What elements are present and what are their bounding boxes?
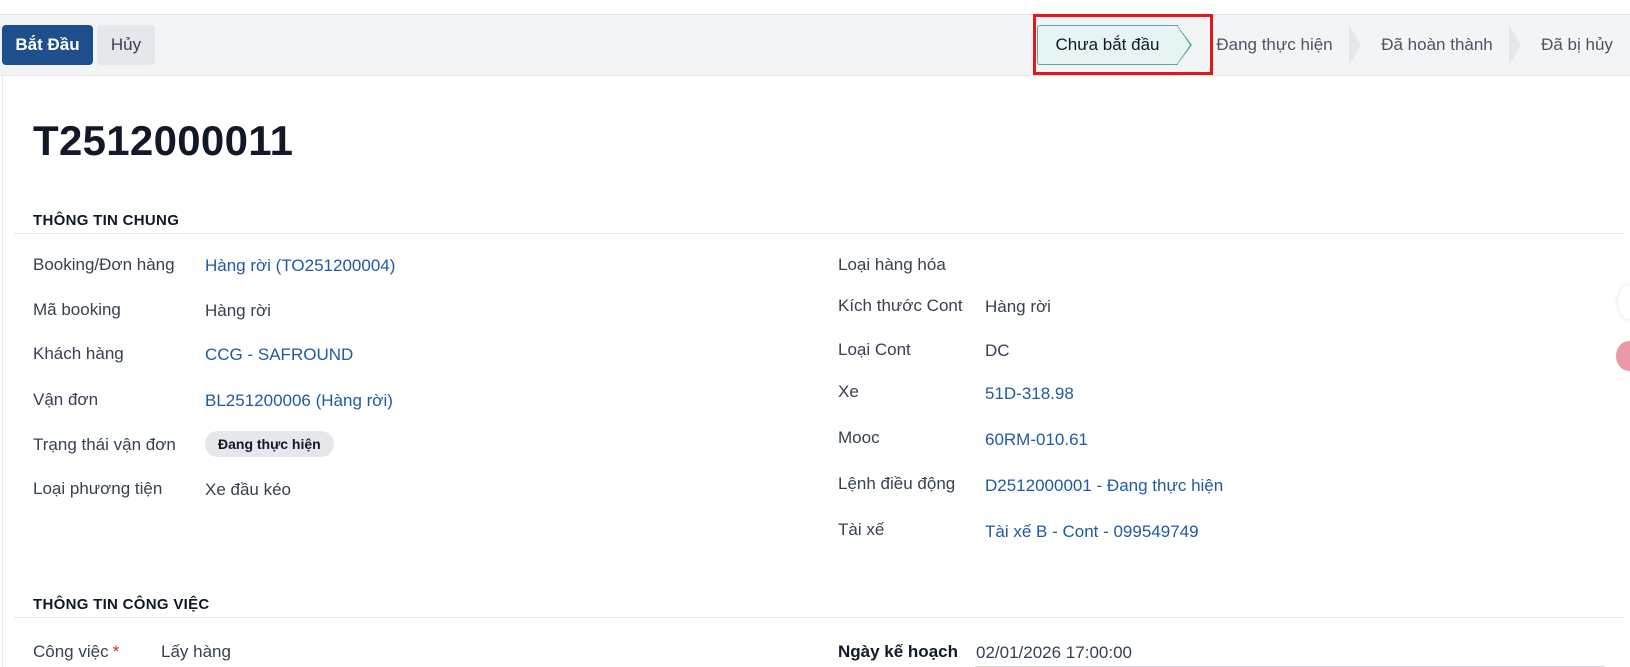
control-panel: Bắt Đầu Hủy Chưa bắt đầu Đang thực hiện … xyxy=(0,15,1630,76)
stage-label: Đang thực hiện xyxy=(1216,35,1333,54)
value-booking-code: Hàng rời xyxy=(205,301,271,320)
label-container-type: Loại Cont xyxy=(838,340,911,359)
label-booking: Booking/Đơn hàng xyxy=(33,255,175,274)
label-job-text: Công việc xyxy=(33,642,109,661)
value-customer-link[interactable]: CCG - SAFROUND xyxy=(205,345,353,365)
section-divider xyxy=(14,617,1624,618)
value-truck-link[interactable]: 51D-318.98 xyxy=(985,384,1074,404)
value-container-type: DC xyxy=(985,341,1010,360)
value-plan-date[interactable]: 02/01/2026 17:00:00 xyxy=(976,643,1132,663)
stage-arrow-fill xyxy=(1177,26,1190,64)
value-booking-link[interactable]: Hàng rời (TO251200004) xyxy=(205,256,395,276)
label-booking-code: Mã booking xyxy=(33,300,121,319)
label-plan-date: Ngày kế hoạch xyxy=(838,642,958,661)
value-trailer-link[interactable]: 60RM-010.61 xyxy=(985,430,1088,450)
label-driver: Tài xế xyxy=(838,520,885,539)
value-vehicle-type: Xe đầu kéo xyxy=(205,480,292,499)
label-customer: Khách hàng xyxy=(33,344,124,363)
label-vehicle-type: Loại phương tiện xyxy=(33,479,163,498)
start-button[interactable]: Bắt Đầu xyxy=(2,25,93,65)
required-mark: * xyxy=(112,642,120,661)
label-bill-of-lading: Vận đơn xyxy=(33,390,99,409)
label-bl-status: Trạng thái vận đơn xyxy=(33,435,176,454)
value-dispatch-order-link[interactable]: D2512000001 - Đang thực hiện xyxy=(985,476,1223,496)
label-job: Công việc * xyxy=(33,642,119,662)
stage-not-started[interactable]: Chưa bắt đầu xyxy=(1037,25,1192,65)
cancel-button[interactable]: Hủy xyxy=(97,25,155,65)
status-badge: Đang thực hiện xyxy=(205,431,334,457)
value-container-size: Hàng rời xyxy=(985,297,1051,316)
section-divider xyxy=(14,233,1624,234)
stage-label: Đã hoàn thành xyxy=(1381,35,1493,54)
label-truck: Xe xyxy=(838,382,859,401)
stage-cancelled[interactable]: Đã bị hủy xyxy=(1517,25,1630,65)
label-container-size: Kích thước Cont xyxy=(838,296,963,315)
section-title-job: THÔNG TIN CÔNG VIỆC xyxy=(33,596,210,613)
stage-in-progress[interactable]: Đang thực hiện xyxy=(1192,25,1361,65)
value-driver-link[interactable]: Tài xế B - Cont - 099549749 xyxy=(985,522,1199,542)
value-bill-of-lading-link[interactable]: BL251200006 (Hàng rời) xyxy=(205,391,393,411)
stage-label: Đã bị hủy xyxy=(1541,35,1613,54)
label-trailer: Mooc xyxy=(838,428,880,447)
stage-completed[interactable]: Đã hoàn thành xyxy=(1357,25,1521,65)
label-cargo-type: Loại hàng hóa xyxy=(838,255,946,274)
status-bar: Chưa bắt đầu Đang thực hiện Đã hoàn thàn… xyxy=(1037,25,1630,65)
record-title: T2512000011 xyxy=(33,117,294,164)
stage-label: Chưa bắt đầu xyxy=(1055,35,1160,54)
label-dispatch-order: Lệnh điều động xyxy=(838,474,956,493)
value-job[interactable]: Lấy hàng xyxy=(161,642,231,662)
section-title-general: THÔNG TIN CHUNG xyxy=(33,212,180,229)
